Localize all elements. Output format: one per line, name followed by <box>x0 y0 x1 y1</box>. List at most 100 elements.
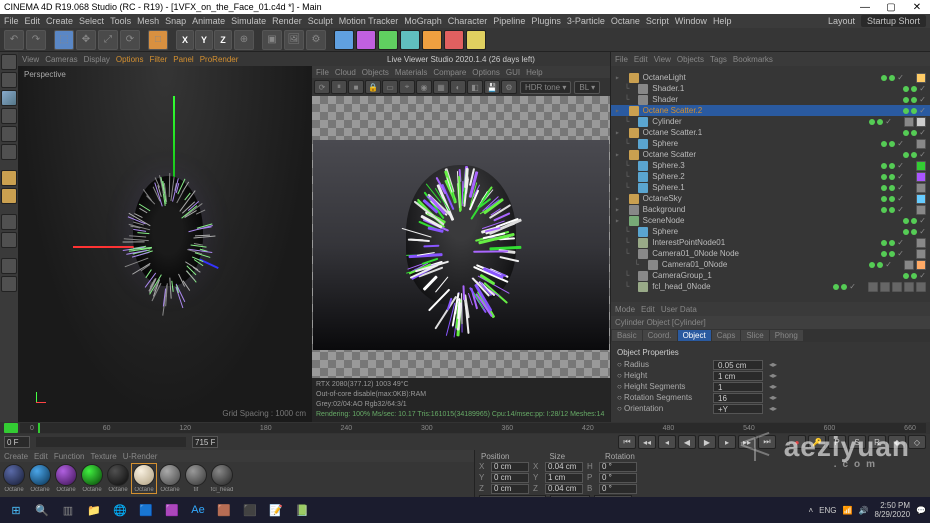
prev-key-button[interactable]: ◂◂ <box>638 435 656 449</box>
attr-field-orientation[interactable]: +Y <box>713 404 763 414</box>
layout-dropdown[interactable]: Startup Short <box>861 15 926 27</box>
attr-tab-coord[interactable]: Coord. <box>643 330 677 341</box>
spline-tool[interactable] <box>356 30 376 50</box>
material-slot-7[interactable]: tif <box>184 464 208 493</box>
obj-menu-file[interactable]: File <box>615 55 628 64</box>
windows-taskbar[interactable]: ⊞ 🔍 ▥ 📁 🌐 🟦 🟪 Ae 🟫 ⬛ 📝 📗 ˄ ENG 📶 🔊 2:50 … <box>0 497 930 523</box>
menu-select[interactable]: Select <box>79 16 104 26</box>
rot-H[interactable] <box>599 462 637 472</box>
axis-mode[interactable] <box>1 170 17 186</box>
menu-mograph[interactable]: MoGraph <box>404 16 442 26</box>
menu-motion-tracker[interactable]: Motion Tracker <box>339 16 399 26</box>
key-rot-button[interactable]: R <box>868 435 886 449</box>
lv-aov-button[interactable]: ▦ <box>433 80 449 94</box>
material-slot-4[interactable]: Octane <box>106 464 130 493</box>
key-pla-button[interactable]: ◇ <box>908 435 926 449</box>
tray-wifi-icon[interactable]: 📶 <box>843 506 853 515</box>
record-button[interactable]: ● <box>788 435 806 449</box>
app5-icon[interactable]: 📝 <box>264 500 288 520</box>
search-icon[interactable]: 🔍 <box>30 500 54 520</box>
size-Y[interactable] <box>545 473 583 483</box>
explorer-icon[interactable]: 📁 <box>82 500 106 520</box>
recent-tool[interactable]: □ <box>148 30 168 50</box>
obj-row-sphere[interactable]: └ Sphere✓ <box>611 226 930 237</box>
obj-menu-view[interactable]: View <box>654 55 671 64</box>
obj-row-sphere-2[interactable]: └ Sphere.2✓ <box>611 171 930 182</box>
obj-row-octanelight[interactable]: ▸ OctaneLight✓ <box>611 72 930 83</box>
menu-tools[interactable]: Tools <box>110 16 131 26</box>
c4d-icon[interactable]: ⬛ <box>238 500 262 520</box>
lock-z[interactable]: Z <box>214 30 232 50</box>
obj-row-camera01_0node[interactable]: └ Camera01_0Node✓ <box>611 259 930 270</box>
menu-help[interactable]: Help <box>713 16 732 26</box>
obj-row-shader-1[interactable]: └ Shader.1✓ <box>611 83 930 94</box>
bl-dropdown[interactable]: BL ▾ <box>574 81 600 94</box>
obj-row-shader[interactable]: └ Shader✓ <box>611 94 930 105</box>
environment-tool[interactable] <box>422 30 442 50</box>
attr-menu-edit[interactable]: Edit <box>641 305 655 314</box>
lv-menu-help[interactable]: Help <box>526 68 542 77</box>
vp-menu-display[interactable]: Display <box>84 55 110 64</box>
rot-P[interactable] <box>599 473 637 483</box>
live-viewer-render[interactable]: RTX 2080(377.12) 1003 49°C Out-of-core d… <box>312 96 610 422</box>
goto-start-button[interactable]: ⏮ <box>618 435 636 449</box>
play-button[interactable]: ▶ <box>698 435 716 449</box>
obj-menu-bookmarks[interactable]: Bookmarks <box>733 55 773 64</box>
lv-stop-button[interactable]: ■ <box>348 80 364 94</box>
object-manager[interactable]: ▸ OctaneLight✓ └ Shader.1✓ └ Shader✓▸ Oc… <box>611 66 930 302</box>
planar-workplane-icon[interactable] <box>1 276 17 292</box>
prev-frame-button[interactable]: ◂ <box>658 435 676 449</box>
menu-sculpt[interactable]: Sculpt <box>308 16 333 26</box>
workplane[interactable] <box>1 232 17 248</box>
obj-row-sphere[interactable]: └ Sphere✓ <box>611 138 930 149</box>
menu-file[interactable]: File <box>4 16 19 26</box>
obj-row-octanesky[interactable]: ▸ OctaneSky✓ <box>611 193 930 204</box>
material-slot-6[interactable]: Octane <box>158 464 182 493</box>
select-tool[interactable]: ⬚ <box>54 30 74 50</box>
tray-lang[interactable]: ENG <box>819 506 836 515</box>
mat-menu-function[interactable]: Function <box>54 452 85 461</box>
playhead[interactable] <box>38 423 40 433</box>
obj-row-octane-scatter-1[interactable]: ▸ Octane Scatter.1✓ <box>611 127 930 138</box>
vp-menu-view[interactable]: View <box>22 55 39 64</box>
menu-octane[interactable]: Octane <box>611 16 640 26</box>
obj-row-cylinder[interactable]: └ Cylinder✓ <box>611 116 930 127</box>
menu-simulate[interactable]: Simulate <box>231 16 266 26</box>
app1-icon[interactable]: 🟦 <box>134 500 158 520</box>
redo-button[interactable]: ↷ <box>26 30 46 50</box>
obj-menu-objects[interactable]: Objects <box>677 55 704 64</box>
generator-tool[interactable] <box>378 30 398 50</box>
tray-volume-icon[interactable]: 🔊 <box>858 506 868 515</box>
attr-field-rotation-segments[interactable]: 16 <box>713 393 763 403</box>
attr-tab-caps[interactable]: Caps <box>712 330 741 341</box>
menu-script[interactable]: Script <box>646 16 669 26</box>
play-back-button[interactable]: ◀ <box>678 435 696 449</box>
lv-save-button[interactable]: 💾 <box>484 80 500 94</box>
material-slot-5[interactable]: Octane <box>132 464 156 493</box>
menu-plugins[interactable]: Plugins <box>531 16 561 26</box>
lv-settings-button[interactable]: ⚙ <box>501 80 517 94</box>
menu-pipeline[interactable]: Pipeline <box>493 16 525 26</box>
material-slot-3[interactable]: Octane <box>80 464 104 493</box>
app4-icon[interactable]: 🟫 <box>212 500 236 520</box>
app3-icon[interactable]: Ae <box>186 500 210 520</box>
size-Z[interactable] <box>545 484 583 494</box>
next-key-button[interactable]: ▸▸ <box>738 435 756 449</box>
camera-tool[interactable] <box>444 30 464 50</box>
move-tool[interactable]: ✥ <box>76 30 96 50</box>
locked-workplane-icon[interactable] <box>1 258 17 274</box>
lv-pick-button[interactable]: ⌖ <box>399 80 415 94</box>
scale-tool[interactable]: ⤢ <box>98 30 118 50</box>
obj-row-octane-scatter-2[interactable]: ▸ Octane Scatter.2✓ <box>611 105 930 116</box>
lv-pause-button[interactable]: ⏸ <box>331 80 347 94</box>
coord-system[interactable]: ⊕ <box>234 30 254 50</box>
key-scale-button[interactable]: S <box>848 435 866 449</box>
object-mode[interactable] <box>1 90 17 106</box>
attr-menu-user-data[interactable]: User Data <box>661 305 697 314</box>
lv-region-button[interactable]: ▭ <box>382 80 398 94</box>
goto-end-button[interactable]: ⏭ <box>758 435 776 449</box>
maximize-button[interactable]: ▢ <box>882 2 900 13</box>
size-X[interactable] <box>545 462 583 472</box>
lv-menu-gui[interactable]: GUI <box>506 68 520 77</box>
mat-menu-edit[interactable]: Edit <box>34 452 48 461</box>
